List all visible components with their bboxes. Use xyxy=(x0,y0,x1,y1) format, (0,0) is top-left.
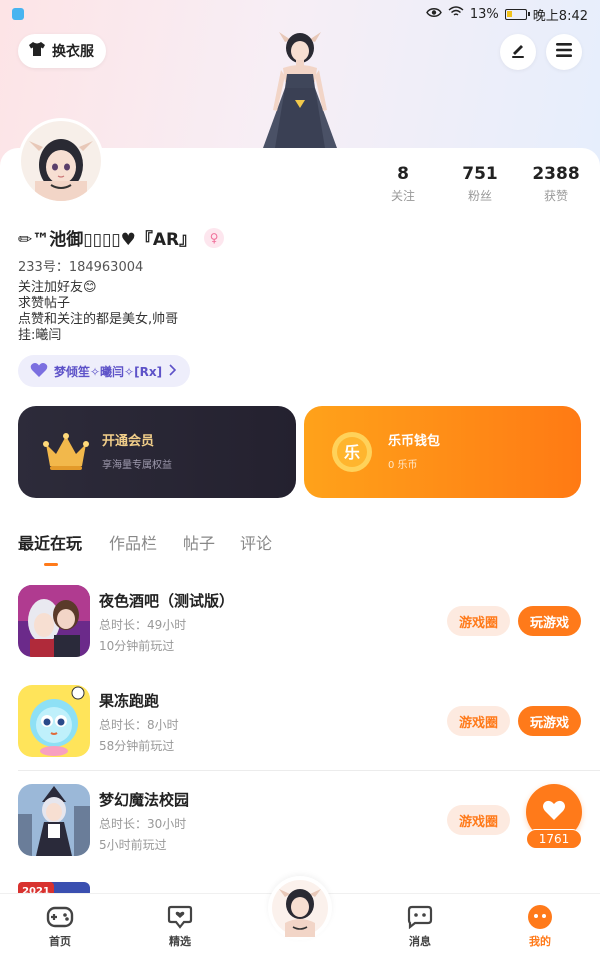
avatar-portrait-icon xyxy=(21,121,101,201)
game-name: 果冻跑跑 xyxy=(99,692,160,710)
shirt-icon xyxy=(28,41,46,61)
profile-bio: 关注加好友😊 求赞帖子 点赞和关注的都是美女,帅哥 挂:曦闫 xyxy=(18,280,178,344)
tab-posts[interactable]: 帖子 xyxy=(183,530,215,554)
guild-heart-icon xyxy=(30,362,48,381)
nav-featured[interactable]: 精选 xyxy=(150,904,210,949)
tab-active-indicator xyxy=(44,563,58,566)
avatar-character-icon xyxy=(272,880,328,937)
nickname-text: ✏™池御▯▯▯▯♥『AR』 xyxy=(18,230,197,250)
battery-icon xyxy=(504,8,530,20)
female-gender-icon: ♀ xyxy=(204,227,225,248)
game-total-time: 总时长：8小时 xyxy=(99,718,179,732)
game-name: 梦幻魔法校园 xyxy=(99,791,190,809)
status-bar: 13% 晚上8:42 xyxy=(0,0,600,28)
following-label: 关注 xyxy=(390,189,415,203)
nav-home-label: 首页 xyxy=(49,935,71,948)
tab-comments[interactable]: 评论 xyxy=(240,530,272,554)
dress-up-button[interactable]: 换衣服 xyxy=(18,34,106,68)
nav-featured-label: 精选 xyxy=(169,935,191,948)
wifi-icon xyxy=(448,6,464,22)
play-game-button[interactable]: 玩游戏 xyxy=(518,606,581,636)
play-game-button[interactable]: 玩游戏 xyxy=(518,706,581,736)
dress-up-label: 换衣服 xyxy=(52,44,94,60)
coin-glyph: 乐 xyxy=(344,443,360,462)
status-time: 晚上8:42 xyxy=(532,8,588,24)
like-count: 1761 xyxy=(526,829,582,849)
game-list-item[interactable]: 梦幻魔法校园 总时长：30小时 5小时前玩过 游戏圈 xyxy=(0,784,600,874)
game-last-played: 10分钟前玩过 xyxy=(99,639,175,653)
game-name: 夜色酒吧（测试版） xyxy=(99,592,235,610)
eye-icon xyxy=(426,7,442,22)
nav-home[interactable]: 首页 xyxy=(30,904,90,949)
profile-nickname: ✏™池御▯▯▯▯♥『AR』 ♀ xyxy=(18,225,225,250)
nav-profile[interactable]: 我的 xyxy=(510,904,570,949)
profile-face-icon xyxy=(510,904,570,930)
vip-text: 开通会员 享海量专属权益 xyxy=(102,434,172,471)
gamepad-icon xyxy=(30,904,90,930)
stat-followers[interactable]: 751 粉丝 xyxy=(445,164,515,204)
following-count: 8 xyxy=(397,164,409,184)
nav-messages-label: 消息 xyxy=(409,935,431,948)
menu-button[interactable] xyxy=(546,34,582,70)
game-cover-icon xyxy=(18,784,90,856)
profile-uid: 233号：184963004 xyxy=(18,260,144,275)
game-last-played: 58分钟前玩过 xyxy=(99,739,175,753)
chevron-right-icon xyxy=(168,363,177,379)
message-icon xyxy=(390,904,450,930)
guild-badge[interactable]: 梦倾笙✧曦闫✧[Rx] xyxy=(18,355,191,387)
game-list-item[interactable]: 夜色酒吧（测试版） 总时长：49小时 10分钟前玩过 游戏圈 玩游戏 xyxy=(0,585,600,675)
edit-profile-button[interactable] xyxy=(500,34,536,70)
app-notification-icon xyxy=(12,8,24,20)
tab-recently-played[interactable]: 最近在玩 xyxy=(18,530,82,554)
game-circle-button[interactable]: 游戏圈 xyxy=(447,706,510,736)
crown-icon xyxy=(40,426,92,478)
list-divider xyxy=(18,770,600,771)
likes-count: 2388 xyxy=(532,164,580,184)
tab-works[interactable]: 作品栏 xyxy=(109,530,157,554)
game-cover-icon xyxy=(18,585,90,657)
guild-name: 梦倾笙✧曦闫✧[Rx] xyxy=(54,364,163,379)
likes-label: 获赞 xyxy=(543,189,568,203)
nav-messages[interactable]: 消息 xyxy=(390,904,450,949)
game-circle-button[interactable]: 游戏圈 xyxy=(447,606,510,636)
status-left xyxy=(12,8,24,20)
wallet-text: 乐币钱包 0 乐币 xyxy=(388,434,440,471)
game-total-time: 总时长：49小时 xyxy=(99,618,187,632)
bio-line: 点赞和关注的都是美女,帅哥 xyxy=(18,312,179,327)
wallet-card[interactable]: 乐 乐币钱包 0 乐币 xyxy=(304,406,581,498)
status-right: 13% 晚上8:42 xyxy=(426,5,588,24)
game-total-time: 总时长：30小时 xyxy=(99,817,187,831)
vip-title: 开通会员 xyxy=(102,433,155,449)
avatar-character-figure[interactable] xyxy=(255,30,345,148)
game-circle-button[interactable]: 游戏圈 xyxy=(447,805,510,835)
nav-center-avatar[interactable] xyxy=(268,876,332,940)
followers-label: 粉丝 xyxy=(467,189,492,203)
bio-line: 求赞帖子 xyxy=(18,296,71,311)
followers-count: 751 xyxy=(462,164,498,184)
heart-icon xyxy=(542,799,566,825)
stat-likes[interactable]: 2388 获赞 xyxy=(521,164,591,204)
wallet-balance: 0 乐币 xyxy=(388,459,418,471)
nav-profile-label: 我的 xyxy=(529,935,551,948)
bio-line: 挂:曦闫 xyxy=(18,328,62,343)
coin-icon: 乐 xyxy=(326,426,378,478)
vip-subtitle: 享海量专属权益 xyxy=(102,459,172,471)
game-cover-icon xyxy=(18,685,90,757)
hamburger-icon xyxy=(555,42,573,62)
wallet-title: 乐币钱包 xyxy=(388,433,441,449)
battery-percent: 13% xyxy=(469,6,499,22)
vip-membership-card[interactable]: 开通会员 享海量专属权益 xyxy=(18,406,296,498)
pencil-icon xyxy=(509,41,527,63)
heart-chat-icon xyxy=(150,904,210,930)
profile-avatar[interactable] xyxy=(18,118,104,204)
game-last-played: 5小时前玩过 xyxy=(99,838,167,852)
bio-line: 关注加好友😊 xyxy=(18,280,97,295)
stat-following[interactable]: 8 关注 xyxy=(368,164,438,204)
game-list-item[interactable]: 果冻跑跑 总时长：8小时 58分钟前玩过 游戏圈 玩游戏 xyxy=(0,685,600,775)
